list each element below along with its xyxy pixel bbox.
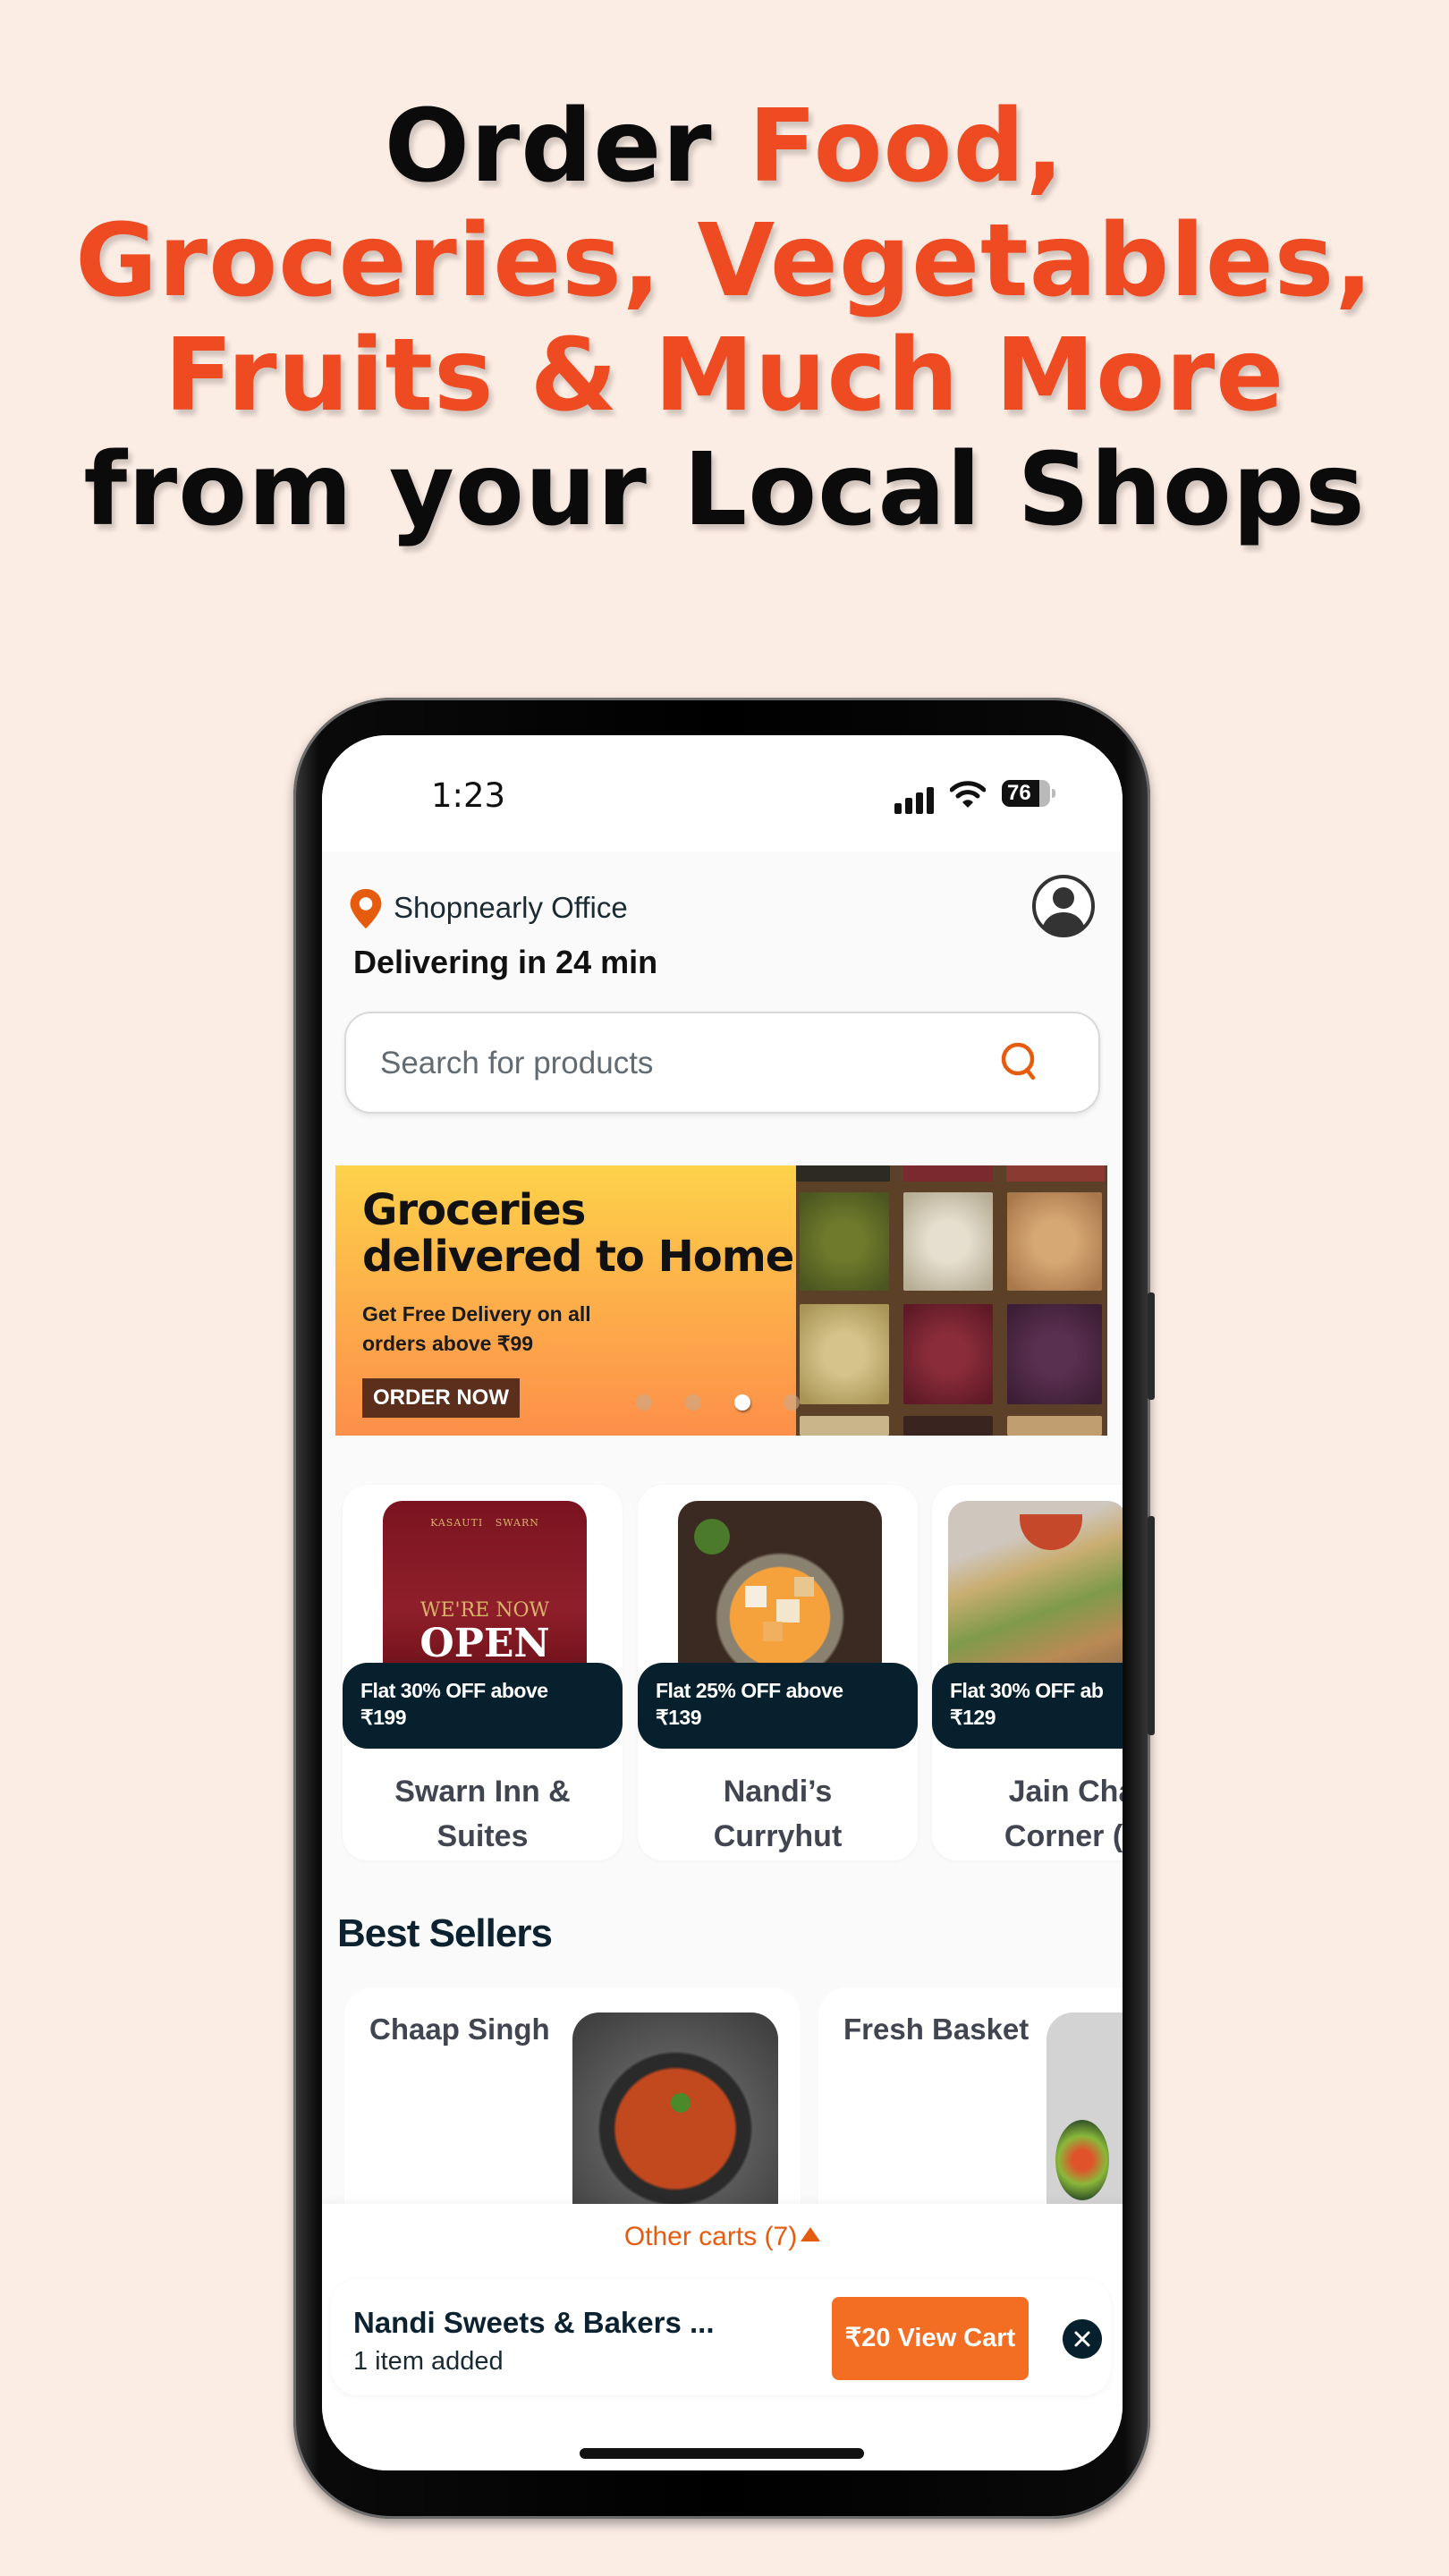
store-name-line-2: Curryhut [713,1819,843,1853]
search-input[interactable]: Search for products [344,1012,1100,1114]
carousel-dot[interactable] [734,1394,750,1411]
delivery-eta: Delivering in 24 min [353,944,658,980]
search-placeholder: Search for products [380,1046,654,1080]
cart-store-name: Nandi Sweets & Bakers ... [353,2306,715,2339]
wifi-icon [950,781,986,808]
caret-up-icon [801,2227,821,2241]
carousel-dot[interactable] [784,1394,800,1411]
offer-min-amount: ₹129 [950,1706,996,1729]
banner-subtitle-line-2: orders above ₹99 [362,1332,534,1355]
best-sellers-heading: Best Sellers [337,1911,553,1955]
banner-subtitle-line-1: Get Free Delivery on all [362,1302,591,1326]
offer-badge: Flat 30% OFF ab ₹129 [932,1663,1123,1749]
store-name-line-1: Nandi’s [723,1775,833,1809]
store-name: Nandi’s Curryhut [638,1769,918,1859]
carousel-dot[interactable] [685,1394,701,1411]
store-image [678,1501,882,1680]
offer-min-amount: ₹199 [360,1706,407,1729]
home-indicator[interactable] [580,2448,864,2459]
profile-icon[interactable] [1031,874,1096,938]
store-name-line-2: Corner (J [1004,1819,1123,1853]
store-name: Swarn Inn & Suites [343,1769,623,1859]
view-cart-button[interactable]: ₹20 View Cart [832,2297,1029,2380]
banner-subtitle: Get Free Delivery on all orders above ₹9… [362,1300,591,1359]
cart-bottom-sheet: Other carts (7) Nandi Sweets & Bakers ..… [322,2204,1123,2470]
store-name: Jain Cha Corner (J [932,1769,1123,1859]
headline-line-2: Groceries, Vegetables, [75,203,1374,319]
store-image-line-1: WE'RE NOW [419,1599,550,1622]
carousel-dot[interactable] [636,1394,652,1411]
headline-line-3: Fruits & Much More [164,318,1285,434]
search-icon[interactable] [999,1040,1040,1083]
beans-image [796,1165,1107,1436]
headline-line-4: from your Local Shops [83,432,1366,548]
banner-title-line-1: Groceries [362,1185,586,1235]
offer-badge: Flat 25% OFF above ₹139 [638,1663,918,1749]
offer-text: Flat 25% OFF above [656,1679,843,1702]
best-seller-name: Chaap Singh [369,2012,550,2046]
offer-text: Flat 30% OFF ab [950,1679,1104,1702]
location-pin-icon [350,888,382,929]
other-carts-toggle[interactable]: Other carts (7) [322,2222,1123,2252]
headline-text: Order [384,89,749,205]
phone-volume-button [1148,1292,1155,1400]
headline-line-1: Order Food, [0,89,1449,204]
store-card[interactable]: KASAUTI SWARN WE'RE NOW OPEN Flat 30% OF… [343,1485,623,1860]
promo-headline: Order Food, Groceries, Vegetables, Fruit… [0,89,1449,547]
store-image-line-2: OPEN [419,1621,550,1666]
battery-tip [1052,789,1055,798]
store-name-line-1: Swarn Inn & [394,1775,571,1809]
battery-icon: 76 [1002,780,1050,807]
store-carousel: KASAUTI SWARN WE'RE NOW OPEN Flat 30% OF… [322,1485,1123,1860]
other-carts-label: Other carts (7) [623,2222,798,2251]
promo-banner[interactable]: Groceries delivered to Home Get Free Del… [335,1165,1107,1436]
store-image-brand-1: KASAUTI [430,1517,484,1529]
location-name: Shopnearly Office [394,891,628,924]
banner-title: Groceries delivered to Home [362,1185,794,1282]
close-icon[interactable] [1063,2319,1102,2359]
store-name-line-1: Jain Cha [1008,1775,1123,1809]
store-image [948,1501,1123,1680]
store-image-brand-2: SWARN [495,1517,539,1529]
offer-min-amount: ₹139 [656,1706,702,1729]
status-bar: 1:23 76 [322,735,1123,852]
store-card[interactable]: Flat 25% OFF above ₹139 Nandi’s Curryhut [638,1485,918,1860]
cart-item-count: 1 item added [353,2347,504,2376]
store-card[interactable]: Flat 30% OFF ab ₹129 Jain Cha Corner (J [932,1485,1123,1860]
order-now-button[interactable]: ORDER NOW [362,1378,520,1418]
offer-text: Flat 30% OFF above [360,1679,548,1702]
active-cart-card[interactable]: Nandi Sweets & Bakers ... 1 item added ₹… [331,2279,1111,2395]
store-name-line-2: Suites [436,1819,529,1853]
store-image: KASAUTI SWARN WE'RE NOW OPEN [383,1501,587,1680]
banner-title-line-2: delivered to Home [362,1232,794,1282]
phone-power-button [1148,1516,1155,1735]
best-seller-name: Fresh Basket [843,2012,1030,2046]
offer-badge: Flat 30% OFF above ₹199 [343,1663,623,1749]
headline-accent-text: Food, [748,89,1065,205]
status-time: 1:23 [431,776,506,815]
phone-screen: 1:23 76 Shopnearly Office Delivering in … [322,735,1123,2470]
